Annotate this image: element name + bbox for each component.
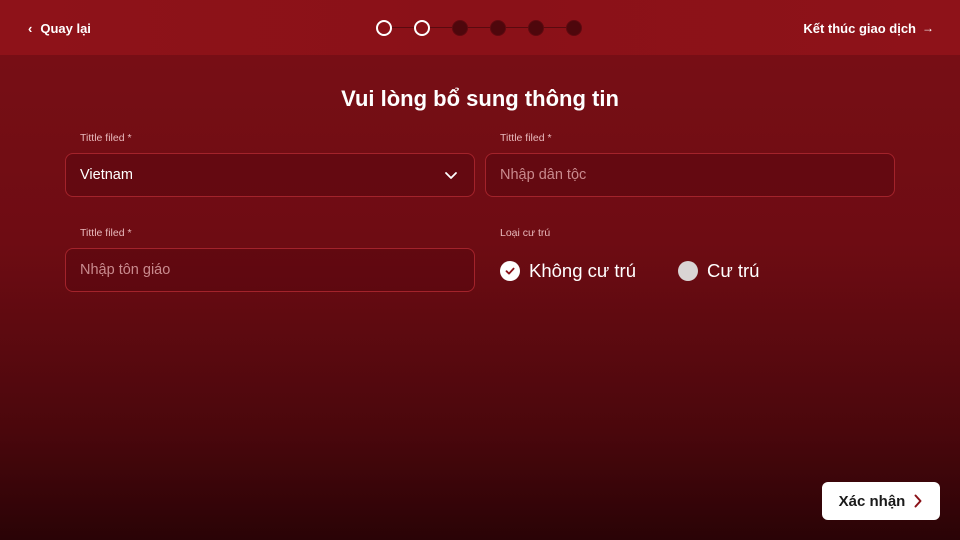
- radio-resident[interactable]: Cư trú: [678, 260, 759, 282]
- residence-label: Loại cư trú: [500, 227, 551, 239]
- stepper-line: [384, 27, 576, 28]
- radio-non-resident-label: Không cư trú: [529, 260, 636, 281]
- radio-unchecked-icon: [678, 261, 698, 281]
- chevron-right-icon: [914, 494, 922, 508]
- chevron-down-icon: [445, 172, 457, 179]
- confirm-label: Xác nhận: [838, 492, 906, 510]
- step-1: [376, 20, 392, 36]
- residence-radio-group: Không cư trú Cư trú: [500, 259, 759, 283]
- back-button[interactable]: ‹ Quay lại: [28, 18, 91, 38]
- religion-placeholder: Nhập tôn giáo: [80, 262, 171, 278]
- step-4: [490, 20, 506, 36]
- religion-input[interactable]: Nhập tôn giáo: [65, 248, 475, 292]
- check-icon: [500, 261, 520, 281]
- top-bar: ‹ Quay lại Kết thúc giao dịch →: [0, 0, 960, 55]
- radio-non-resident[interactable]: Không cư trú: [500, 260, 636, 282]
- nationality-label: Tittle filed *: [80, 132, 132, 144]
- step-3: [452, 20, 468, 36]
- step-5: [528, 20, 544, 36]
- arrow-right-icon: →: [922, 21, 934, 35]
- nationality-select[interactable]: Vietnam: [65, 153, 475, 197]
- religion-label: Tittle filed *: [80, 227, 132, 239]
- chevron-left-icon: ‹: [28, 20, 33, 36]
- back-label: Quay lại: [40, 20, 91, 36]
- progress-stepper: [376, 19, 584, 37]
- radio-resident-label: Cư trú: [707, 260, 760, 281]
- end-transaction-label: Kết thúc giao dịch: [803, 20, 916, 36]
- ethnicity-placeholder: Nhập dân tộc: [500, 167, 587, 183]
- nationality-value: Vietnam: [80, 167, 133, 183]
- confirm-button[interactable]: Xác nhận: [822, 482, 940, 520]
- ethnicity-input[interactable]: Nhập dân tộc: [485, 153, 895, 197]
- page-title: Vui lòng bổ sung thông tin: [341, 86, 619, 111]
- step-6: [566, 20, 582, 36]
- step-2: [414, 20, 430, 36]
- end-transaction-button[interactable]: Kết thúc giao dịch →: [803, 18, 934, 38]
- ethnicity-label: Tittle filed *: [500, 132, 552, 144]
